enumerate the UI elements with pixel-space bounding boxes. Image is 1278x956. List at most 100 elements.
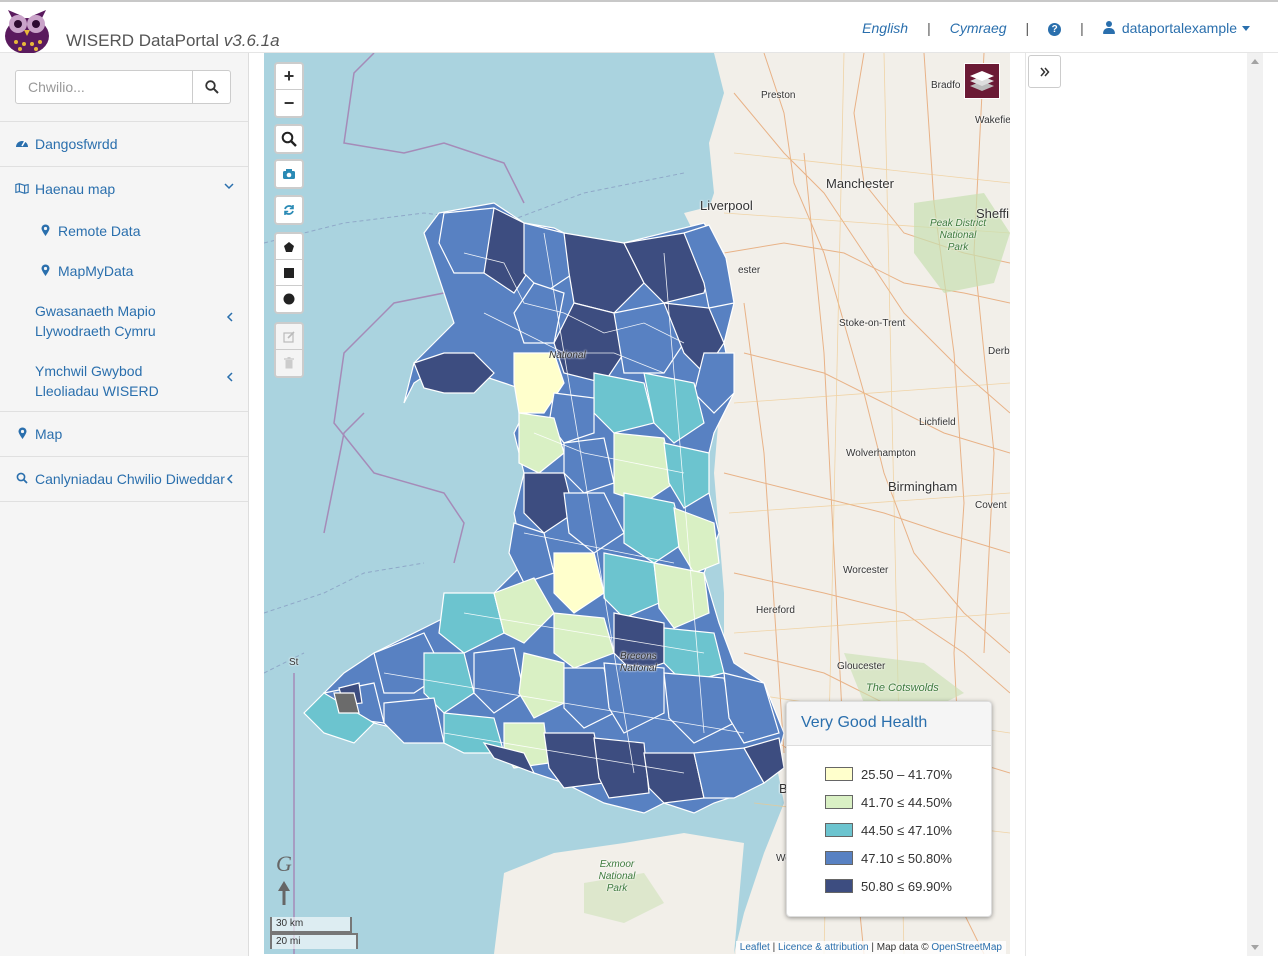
sidebar-item-map[interactable]: Map (0, 411, 248, 456)
nav-separator: | (927, 19, 931, 36)
right-panel (1025, 53, 1247, 956)
sidebar-item-label: Gwasanaeth Mapio Llywodraeth Cymru (35, 303, 156, 339)
sidebar-item-dashboard[interactable]: Dangosfwrdd (0, 121, 248, 166)
lang-cymraeg-link[interactable]: Cymraeg (950, 20, 1007, 36)
sidebar-item-map-layers[interactable]: Haenau map (0, 166, 248, 211)
legend-label: 47.10 ≤ 50.80% (861, 850, 952, 866)
place-hereford: Hereford (756, 605, 795, 616)
circle-icon (283, 293, 295, 305)
user-menu[interactable]: dataportalexample (1102, 19, 1250, 36)
top-nav: English | Cymraeg | ? | dataportalexampl… (862, 19, 1250, 36)
search-icon (204, 80, 219, 94)
place-stoke: Stoke-on-Trent (839, 318, 906, 329)
legend-swatch (825, 795, 853, 809)
delete-layers-button[interactable] (276, 350, 302, 376)
scroll-down-icon[interactable] (1251, 945, 1259, 950)
draw-toolbar (274, 232, 304, 314)
sidebar-item-label: Ymchwil Gwybod Lleoliadau WISERD (35, 363, 159, 399)
map-marker-icon (38, 221, 52, 237)
leaflet-link[interactable]: Leaflet (740, 942, 770, 953)
sidebar-item-remote-data[interactable]: Remote Data (0, 211, 248, 251)
place-birmingham: Birmingham (888, 479, 958, 494)
refresh-button[interactable] (276, 197, 302, 223)
search-button[interactable] (193, 70, 231, 104)
search-icon (15, 469, 29, 484)
draw-polygon-button[interactable] (276, 234, 302, 260)
search-input[interactable] (15, 70, 193, 104)
map-view[interactable]: Preston Bradfo Wakefie Manchester Liverp… (264, 53, 1010, 954)
polygon-icon (284, 241, 294, 252)
lang-english-link[interactable]: English (862, 20, 908, 36)
owl-logo[interactable] (0, 2, 54, 55)
map-icon (15, 179, 29, 195)
sidebar-item-welsh-gov-mapping[interactable]: Gwasanaeth Mapio Llywodraeth Cymru (0, 291, 248, 351)
zoom-in-button[interactable]: + (276, 64, 302, 90)
page-scrollbar[interactable] (1247, 53, 1263, 956)
sidebar-item-label: Map (35, 426, 63, 442)
place-exmoor: Exmoor National Park (598, 859, 636, 894)
map-search-button[interactable] (276, 126, 302, 152)
legend-title: Very Good Health (787, 702, 991, 746)
draw-circle-button[interactable] (276, 286, 302, 312)
map-marker-icon (15, 424, 29, 440)
search-icon (281, 131, 297, 147)
trash-icon (284, 357, 294, 369)
draw-rectangle-button[interactable] (276, 260, 302, 286)
dashboard-icon (15, 134, 29, 149)
nav-separator: | (1080, 19, 1084, 36)
sidebar-item-wiserd-research[interactable]: Ymchwil Gwybod Lleoliadau WISERD (0, 351, 248, 411)
place-wakefield: Wakefie (975, 115, 1010, 126)
legend-swatch (825, 879, 853, 893)
place-worcester: Worcester (843, 565, 889, 576)
scroll-up-icon[interactable] (1251, 59, 1259, 64)
place-snowdonia: National (549, 350, 586, 361)
place-bradford: Bradfo (931, 80, 961, 91)
help-icon[interactable]: ? (1048, 19, 1062, 36)
expand-panel-button[interactable] (1028, 55, 1061, 88)
layers-icon (970, 71, 994, 91)
sidebar-item-label: Haenau map (35, 181, 116, 197)
camera-icon (283, 169, 295, 179)
nav-separator: | (1025, 19, 1030, 36)
zoom-control: + − (274, 62, 304, 118)
place-liverpool: Liverpool (700, 198, 753, 213)
legend-item: 44.50 ≤ 47.10% (825, 816, 991, 844)
legend-item: 41.70 ≤ 44.50% (825, 788, 991, 816)
sidebar-search (15, 70, 231, 104)
legend-label: 44.50 ≤ 47.10% (861, 822, 952, 838)
rectangle-icon (284, 267, 294, 278)
brand-title[interactable]: WISERD DataPortal v3.6.1a (66, 31, 280, 51)
layers-switcher-button[interactable] (964, 63, 1000, 99)
top-header: WISERD DataPortal v3.6.1a English | Cymr… (0, 0, 1278, 55)
camera-button[interactable] (276, 161, 302, 187)
place-coventry: Covent (975, 500, 1007, 511)
map-legend: Very Good Health 25.50 – 41.70% 41.70 ≤ … (786, 701, 992, 917)
licence-link[interactable]: Licence & attribution (778, 942, 869, 953)
sidebar-item-mapmydata[interactable]: MapMyData (0, 251, 248, 291)
chevron-left-icon (226, 471, 234, 487)
scale-mi: 20 mi (270, 933, 358, 949)
sidebar: Dangosfwrdd Haenau map Remote Data (0, 53, 249, 956)
sidebar-item-label: Dangosfwrdd (35, 136, 118, 152)
place-preston: Preston (761, 90, 796, 101)
legend-label: 25.50 – 41.70% (861, 766, 953, 782)
refresh-control (274, 195, 304, 225)
place-wolverhampton: Wolverhampton (846, 448, 916, 459)
place-peak-district: Peak District National Park (929, 218, 987, 253)
north-arrow-icon: G (274, 849, 296, 914)
chevron-left-icon (226, 369, 234, 385)
osm-link[interactable]: OpenStreetMap (931, 942, 1002, 953)
sidebar-item-recent-searches[interactable]: Canlyniadau Chwilio Diweddar (0, 456, 248, 502)
wales-choropleth (303, 202, 785, 814)
legend-item: 50.80 ≤ 69.90% (825, 872, 991, 900)
edit-layers-button[interactable] (276, 324, 302, 350)
legend-swatch (825, 823, 853, 837)
legend-label: 41.70 ≤ 44.50% (861, 794, 952, 810)
place-chester: ester (738, 265, 761, 276)
zoom-out-button[interactable]: − (276, 90, 302, 116)
legend-list: 25.50 – 41.70% 41.70 ≤ 44.50% 44.50 ≤ 47… (787, 746, 991, 900)
user-name: dataportalexample (1121, 19, 1237, 36)
map-marker-icon (38, 261, 52, 277)
legend-item: 47.10 ≤ 50.80% (825, 844, 991, 872)
place-lichfield: Lichfield (919, 417, 956, 428)
